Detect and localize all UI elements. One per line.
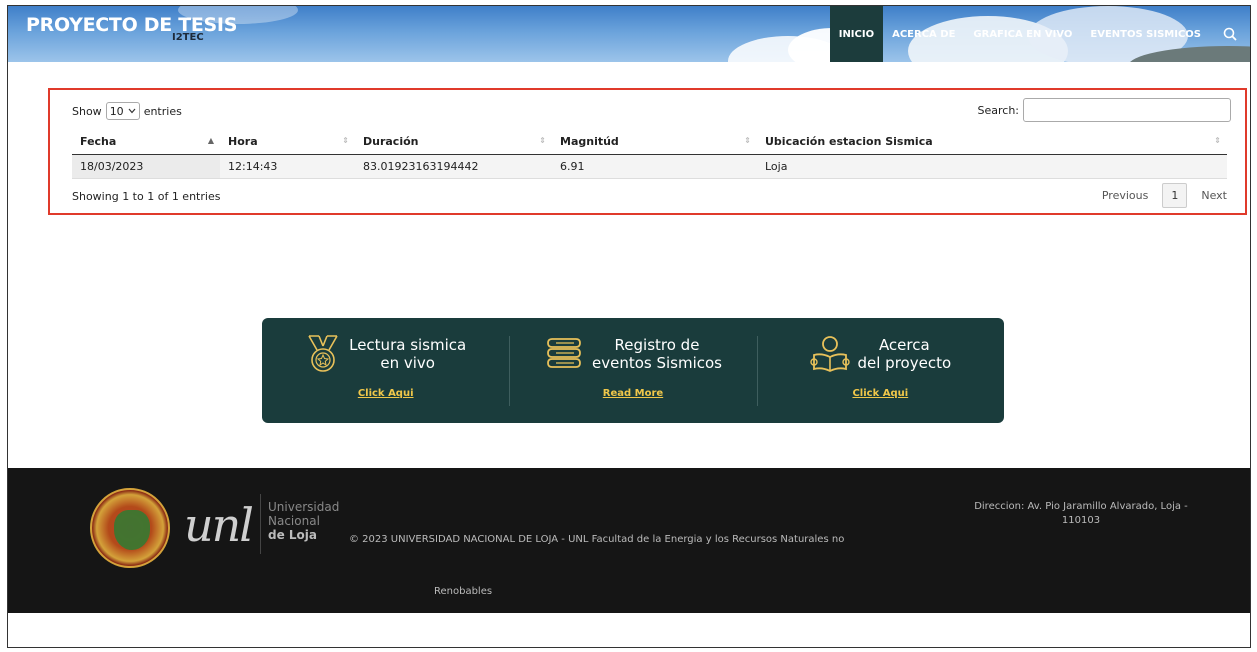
nav-acerca-de[interactable]: ACERCA DE [883, 6, 964, 62]
previous-button[interactable]: Previous [1094, 184, 1157, 207]
sort-icon: ⇕ [744, 136, 751, 145]
main-nav: INICIO ACERCA DE GRAFICA EN VIVO EVENTOS… [829, 6, 1250, 62]
entries-select[interactable]: 10 [105, 102, 140, 120]
reader-icon [809, 336, 850, 373]
copyright-text: © 2023 UNIVERSIDAD NACIONAL DE LOJA - UN… [349, 534, 845, 545]
nav-eventos-sismicos[interactable]: EVENTOS SISMICOS [1081, 6, 1210, 62]
sort-icon: ⇕ [1214, 136, 1221, 145]
column-header-magnitud[interactable]: Magnitúd ⇕ [552, 130, 757, 155]
table-header-row: Fecha ▲ Hora ⇕ Duración ⇕ Magnitúd ⇕ Ubicaci… [72, 130, 1227, 155]
nav-inicio[interactable]: INICIO [829, 6, 884, 62]
feature-title: Lectura sismica en vivo [349, 336, 466, 372]
unl-logo: unl [184, 498, 254, 552]
feature-title-line2: del proyecto [857, 354, 952, 372]
feature-title-line2: eventos Sismicos [591, 354, 722, 372]
feature-title: Acerca del proyecto [858, 336, 952, 372]
acerca-click-link[interactable]: Click Aqui [852, 388, 908, 399]
show-label: Show [72, 104, 102, 118]
table-info: Showing 1 to 1 of 1 entries [72, 190, 221, 203]
copyright-text-continued: Renobables [434, 586, 493, 597]
sort-asc-icon: ▲ [207, 136, 214, 145]
univ-line1: Universidad [268, 500, 340, 514]
column-header-hora[interactable]: Hora ⇕ [220, 130, 355, 155]
cell-ubicacion: Loja [757, 154, 1227, 179]
entries-value: 10 [109, 104, 124, 118]
column-label: Hora [228, 135, 258, 149]
column-label: Ubicación estacion Sismica [765, 135, 933, 149]
feature-registro: Registro de eventos Sismicos Read More [509, 318, 756, 423]
feature-title: Registro de eventos Sismicos [592, 336, 722, 372]
search-icon[interactable] [1210, 6, 1250, 62]
entries-label: entries [143, 104, 182, 118]
feature-heading: Registro de eventos Sismicos [544, 334, 722, 374]
books-icon [547, 338, 581, 368]
column-label: Duración [363, 135, 419, 149]
university-name: Universidad Nacional de Loja [268, 500, 339, 542]
column-header-ubicacion[interactable]: Ubicación estacion Sismica ⇕ [757, 130, 1227, 155]
column-header-duracion[interactable]: Duración ⇕ [355, 130, 552, 155]
seal-emblem [114, 510, 150, 550]
column-header-fecha[interactable]: Fecha ▲ [72, 130, 220, 155]
sort-icon: ⇕ [342, 136, 349, 145]
lectura-click-link[interactable]: Click Aqui [358, 388, 414, 399]
page-1-button[interactable]: 1 [1162, 183, 1188, 208]
univ-line2: Nacional [268, 514, 320, 528]
column-label: Fecha [80, 135, 117, 149]
feature-title-line2: en vivo [380, 354, 435, 372]
table-search: Search: [977, 98, 1231, 122]
cell-duracion: 83.01923163194442 [355, 154, 552, 179]
feature-title-line1: Registro de [614, 336, 700, 354]
feature-banner: Lectura sismica en vivo Click Aqui Regis… [262, 318, 1004, 423]
cell-magnitud: 6.91 [552, 154, 757, 179]
site-subtitle: I2TEC [172, 32, 204, 43]
logo-divider [260, 494, 261, 554]
site-header: PROYECTO DE TESIS I2TEC INICIO ACERCA DE… [8, 6, 1250, 62]
site-title[interactable]: PROYECTO DE TESIS [26, 14, 237, 36]
feature-lectura: Lectura sismica en vivo Click Aqui [262, 318, 509, 423]
pagination: Previous 1 Next [1094, 183, 1235, 208]
address-text: Direccion: Av. Pio Jaramillo Alvarado, L… [974, 501, 1188, 526]
next-button[interactable]: Next [1193, 184, 1235, 207]
nav-grafica-en-vivo[interactable]: GRAFICA EN VIVO [964, 6, 1081, 62]
table-controls: Show 10 entries Search: [72, 98, 1231, 122]
medal-icon [308, 335, 338, 372]
cell-fecha: 18/03/2023 [72, 154, 220, 179]
search-label: Search: [977, 103, 1020, 117]
search-input[interactable] [1023, 98, 1231, 122]
feature-heading: Lectura sismica en vivo [305, 334, 466, 374]
feature-acerca: Acerca del proyecto Click Aqui [756, 318, 1004, 423]
cell-hora: 12:14:43 [220, 154, 355, 179]
chevron-down-icon [128, 108, 136, 114]
feature-title-line1: Acerca [878, 336, 930, 354]
university-seal-icon [90, 488, 170, 568]
univ-line3: de Loja [268, 528, 339, 542]
feature-heading: Acerca del proyecto [809, 334, 952, 374]
table-row: 18/03/2023 12:14:43 83.01923163194442 6.… [72, 154, 1227, 179]
events-table: Fecha ▲ Hora ⇕ Duración ⇕ Magnitúd ⇕ Ubicaci… [72, 130, 1227, 179]
univ-line3-text: de Loja [268, 528, 318, 542]
datatable-wrapper: Show 10 entries Search: Fecha ▲ Hora ⇕ Dur… [48, 88, 1247, 215]
sort-icon: ⇕ [539, 136, 546, 145]
column-label: Magnitúd [560, 135, 619, 149]
length-control: Show 10 entries [72, 102, 182, 120]
site-footer: unl Universidad Nacional de Loja © 2023 … [8, 468, 1250, 613]
registro-read-more-link[interactable]: Read More [603, 388, 663, 399]
page-frame: PROYECTO DE TESIS I2TEC INICIO ACERCA DE… [7, 5, 1251, 648]
feature-title-line1: Lectura sismica [349, 336, 467, 354]
